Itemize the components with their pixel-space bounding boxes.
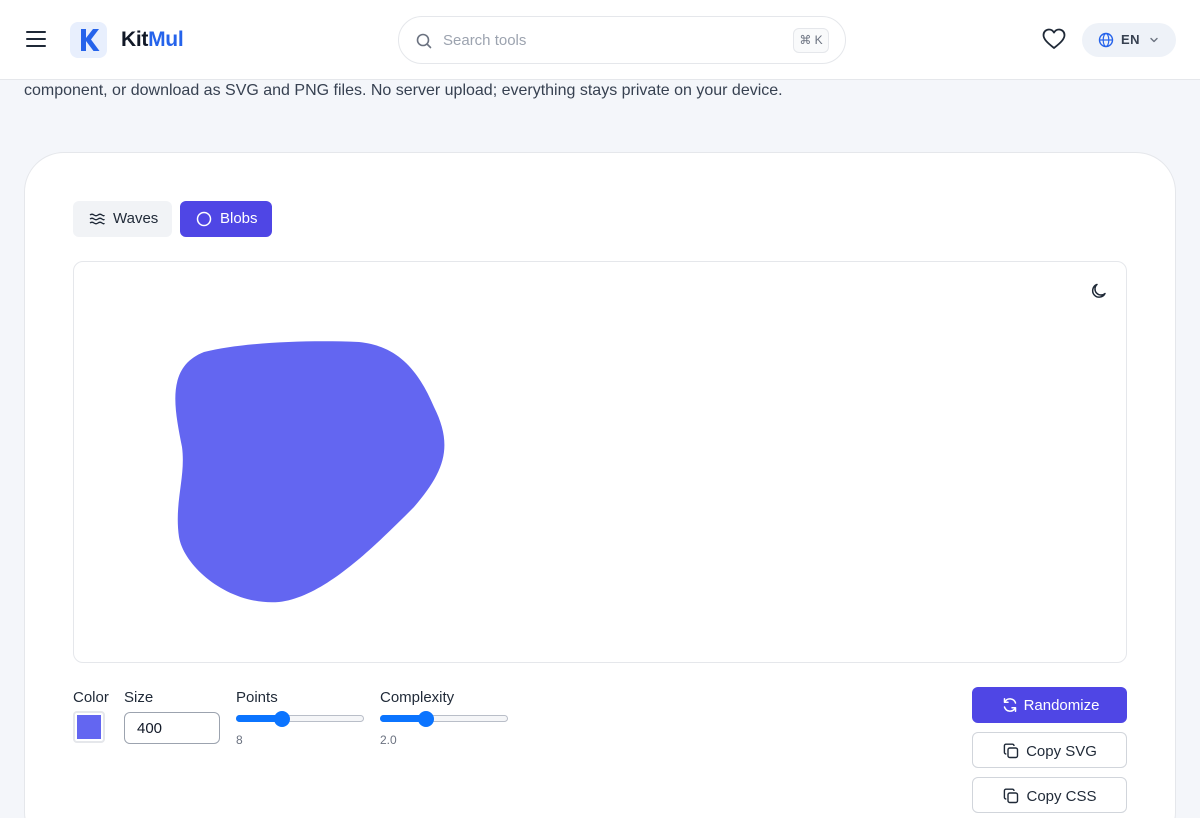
complexity-value: 2.0 <box>380 733 397 747</box>
logo-mul-text: Mul <box>148 28 184 51</box>
color-label: Color <box>73 689 109 706</box>
points-slider-thumb[interactable] <box>274 711 291 727</box>
randomize-button[interactable]: Randomize <box>972 687 1127 723</box>
size-label: Size <box>124 689 154 706</box>
language-code: EN <box>1121 32 1141 47</box>
points-slider[interactable] <box>236 711 364 727</box>
complexity-label: Complexity <box>380 689 455 706</box>
copy-svg-label: Copy SVG <box>1026 743 1097 760</box>
size-input[interactable] <box>124 712 220 744</box>
language-selector[interactable]: EN <box>1082 23 1176 57</box>
logo-kit-text: Kit <box>121 28 149 51</box>
tab-waves-label: Waves <box>113 210 159 227</box>
chevron-down-icon <box>1150 37 1158 43</box>
logo-k-icon <box>81 29 100 51</box>
moon-icon[interactable] <box>1090 282 1108 300</box>
complexity-slider-thumb[interactable] <box>418 711 435 727</box>
copy-svg-button[interactable]: Copy SVG <box>972 732 1127 768</box>
search-placeholder: Search tools <box>443 32 527 49</box>
copy-css-label: Copy CSS <box>1026 788 1097 805</box>
kitmul-logo-mark[interactable] <box>70 22 107 58</box>
search-bar[interactable]: Search tools ⌘ K <box>398 16 846 64</box>
circle-icon <box>196 211 212 227</box>
tab-blobs-label: Blobs <box>220 210 258 227</box>
copy-css-button[interactable]: Copy CSS <box>972 777 1127 813</box>
top-header: KitMul Search tools ⌘ K EN <box>0 0 1200 80</box>
tab-blobs[interactable]: Blobs <box>180 201 272 237</box>
globe-icon <box>1098 32 1114 48</box>
color-picker[interactable] <box>73 711 105 743</box>
logo-wordmark[interactable]: KitMul <box>121 28 184 52</box>
tool-description: component, or download as SVG and PNG fi… <box>24 82 783 99</box>
blob-shape <box>175 341 445 603</box>
waves-icon <box>89 213 105 225</box>
points-label: Points <box>236 689 278 706</box>
points-value: 8 <box>236 733 243 747</box>
blob-preview-canvas <box>73 261 1127 663</box>
tab-waves[interactable]: Waves <box>73 201 172 237</box>
hamburger-menu-icon[interactable] <box>25 29 47 49</box>
search-icon <box>416 33 432 49</box>
search-shortcut-badge: ⌘ K <box>793 28 829 53</box>
color-swatch <box>77 715 101 739</box>
favorites-heart-icon[interactable] <box>1042 28 1066 50</box>
complexity-slider[interactable] <box>380 711 508 727</box>
randomize-label: Randomize <box>1023 697 1100 714</box>
